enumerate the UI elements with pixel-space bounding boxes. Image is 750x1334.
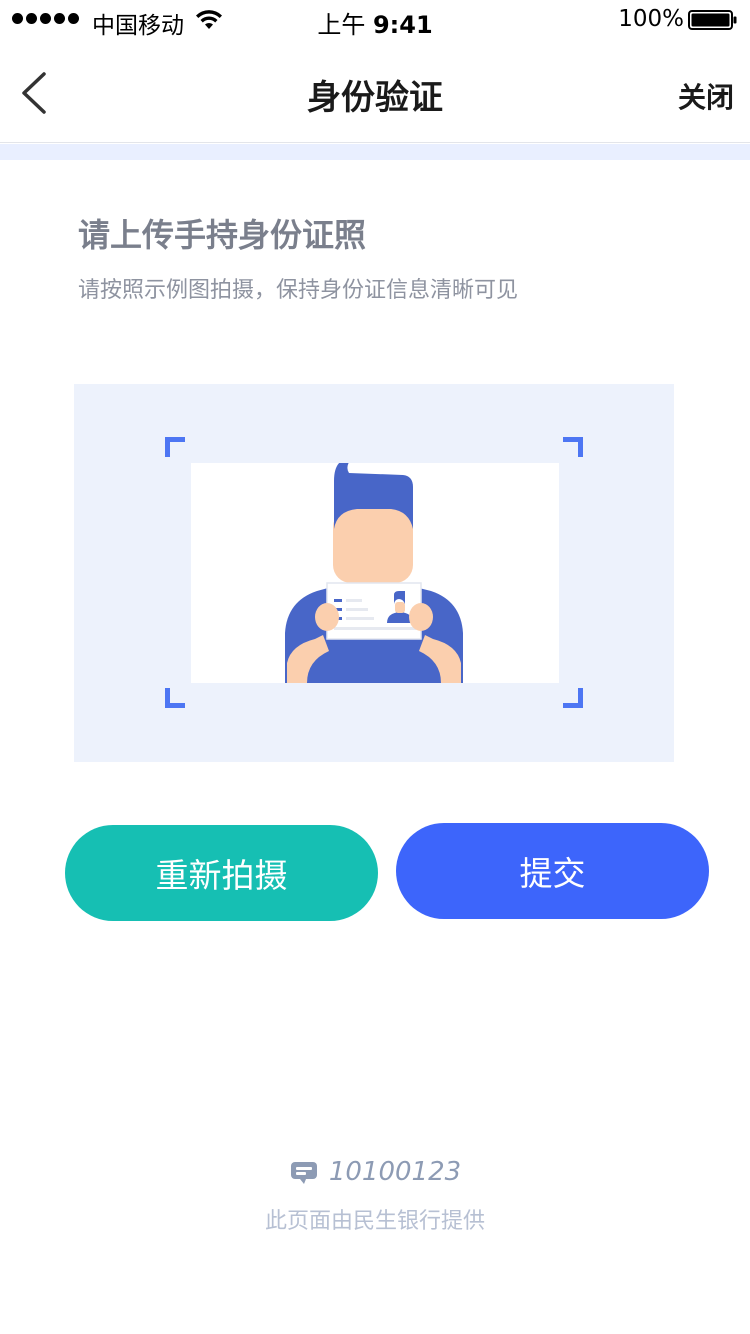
frame-corner-top-right (563, 437, 583, 457)
close-button[interactable]: 关闭 (678, 76, 734, 116)
retake-button[interactable]: 重新拍摄 (65, 825, 378, 921)
status-bar: 中国移动 上午 9:41 100% (0, 0, 750, 40)
submit-button[interactable]: 提交 (396, 823, 709, 919)
photo-upload-area[interactable] (74, 384, 674, 762)
frame-corner-top-left (165, 437, 185, 457)
page-title: 身份验证 (307, 78, 443, 118)
hotline-number[interactable]: 10100123 (329, 1157, 461, 1187)
provider-note: 此页面由民生银行提供 (264, 1209, 485, 1234)
time-value: 9:41 (372, 11, 433, 39)
sample-photo (191, 463, 559, 683)
battery-percent: 100% (618, 6, 684, 32)
upload-instructions: 请按照示例图拍摄，保持身份证信息清晰可见 (78, 278, 519, 303)
upload-heading: 请上传手持身份证照 (78, 216, 367, 254)
frame-corner-bottom-right (563, 688, 583, 708)
header-divider-strip (0, 144, 750, 160)
footer-hotline[interactable]: 10100123 (0, 1157, 750, 1187)
time-prefix: 上午 (317, 11, 366, 39)
nav-bar: 身份验证 关闭 (0, 40, 750, 143)
frame-corner-bottom-left (165, 688, 185, 708)
battery-icon (688, 10, 737, 30)
customer-service-icon (290, 1162, 317, 1184)
person-holding-id-card-illustration (285, 463, 463, 683)
